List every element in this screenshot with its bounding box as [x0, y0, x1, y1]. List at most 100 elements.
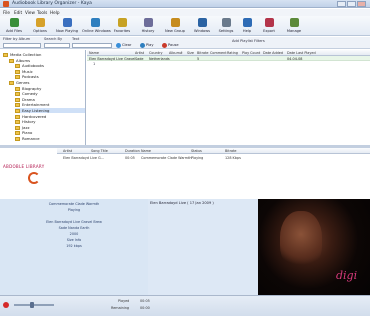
column-header[interactable]: Date Added [263, 51, 283, 55]
clear-icon [116, 43, 121, 48]
playlist-filter-hint: Add Playlist Filters [232, 39, 265, 43]
folder-icon [170, 18, 180, 27]
play-filter-button[interactable]: Play [140, 43, 154, 48]
folder-icon [15, 92, 20, 97]
toolbar-button-12[interactable]: Manage [282, 17, 306, 35]
column-header[interactable]: Artist [63, 149, 72, 153]
column-header[interactable]: Name [89, 51, 99, 55]
column-header[interactable]: Artist [135, 51, 144, 55]
filter-bar: Filter by Album Search By Text Clear Pla… [0, 37, 370, 49]
gear-icon [221, 18, 231, 27]
toolbar-button-3[interactable]: Now Playing [54, 17, 80, 35]
maximize-button[interactable] [347, 1, 356, 7]
tree-item[interactable]: Genres [9, 80, 85, 85]
tree-item[interactable]: Hardcovered [15, 114, 85, 119]
toolbar-button-1[interactable]: Add Files [2, 17, 26, 35]
toolbar-button-label: Settings [218, 29, 234, 33]
folder-icon [9, 58, 14, 63]
column-header[interactable]: Song Title [91, 149, 108, 153]
pause-filter-button[interactable]: Pause [162, 43, 179, 48]
folder-icon [15, 64, 20, 69]
toolbar-button-9[interactable]: Settings [216, 17, 236, 35]
tree-item[interactable]: Jazz [15, 125, 85, 130]
tree-item[interactable]: Media Collection [3, 52, 85, 57]
column-header[interactable]: Status [191, 149, 202, 153]
add-icon [9, 18, 19, 27]
tree-item[interactable]: Podcasts [15, 74, 85, 80]
column-header[interactable]: Size [187, 51, 194, 55]
toolbar-button-4[interactable]: Online Windows [82, 17, 111, 35]
close-button[interactable] [357, 1, 366, 7]
toolbar-button-label: History [141, 29, 155, 33]
folder-icon [15, 114, 20, 119]
column-header[interactable]: Album# [169, 51, 183, 55]
table-cell: Elen Barradoyd Live Gravel [89, 56, 136, 61]
table-cell: 00:05 [125, 156, 135, 160]
table-cell: 5 [197, 56, 200, 61]
tree-item[interactable]: Piano [15, 130, 85, 136]
toolbar-button-10[interactable]: Help [238, 17, 256, 35]
tree-item[interactable]: Easy Listening [15, 108, 85, 113]
tree-item-label: Entertainment [22, 102, 50, 108]
record-icon[interactable] [3, 302, 9, 308]
text-label: Text [72, 37, 80, 41]
tree-item-label: Comedy [22, 91, 38, 97]
window-icon [197, 18, 207, 27]
table-row[interactable]: Elen Barradoyd Live Gravel Sade Netherland… [87, 56, 370, 61]
toolbar-button-7[interactable]: New Group [162, 17, 188, 35]
tree-item[interactable]: Audiobooks [15, 63, 85, 69]
toolbar-button-5[interactable]: Favorites [110, 17, 134, 35]
column-header[interactable]: Country [149, 51, 162, 55]
folder-icon [15, 137, 20, 141]
search-text-input[interactable] [72, 43, 112, 48]
album-filter-select[interactable] [3, 43, 41, 48]
menu-tools[interactable]: Tools [37, 10, 47, 15]
main-toolbar: Add Files Options Now Playing Online Window… [0, 16, 370, 36]
column-header[interactable]: Duration [125, 149, 140, 153]
menu-edit[interactable]: Edit [14, 10, 22, 15]
menu-help[interactable]: Help [50, 10, 60, 15]
toolbar-button-8[interactable]: Windows [190, 17, 214, 35]
tree-item[interactable]: Entertainment [15, 102, 85, 108]
column-header[interactable]: Play Count [242, 51, 260, 55]
tree-item-label: Audiobooks [22, 63, 45, 69]
tree-item[interactable]: Drama [15, 97, 85, 102]
column-header[interactable]: Name [141, 149, 151, 153]
tree-item-label: Music [22, 68, 33, 74]
table-cell: Elen Barradoyd Live G... [63, 156, 104, 160]
toolbar-button-2[interactable]: Options [28, 17, 52, 35]
album-detail-panel: Elen Barradoyd Live ( 17 Jan 2009 ) [148, 199, 258, 295]
folder-icon [15, 109, 20, 113]
menu-file[interactable]: File [3, 10, 10, 15]
folder-icon [15, 97, 20, 102]
folder-icon [15, 103, 20, 108]
column-header[interactable]: Rating [227, 51, 238, 55]
toolbar-button-label: Windows [193, 29, 211, 33]
menu-view[interactable]: View [25, 10, 35, 15]
now-playing-list: Artist Song Title Duration Name Status Bitrat… [57, 148, 370, 198]
clear-filter-button[interactable]: Clear [116, 43, 131, 48]
tree-item[interactable]: Music [15, 69, 85, 74]
info-line: Size Info [66, 238, 82, 242]
minimize-button[interactable] [337, 1, 346, 7]
toolbar-button-label: Now Playing [55, 29, 79, 33]
info-line: Sade Nanda Earth [58, 226, 90, 230]
search-by-select[interactable] [44, 43, 70, 48]
tree-item[interactable]: Albums [9, 58, 85, 63]
table-cell: 04-04-08 [287, 56, 303, 61]
info-line: Playing [67, 208, 81, 212]
toolbar-button-6[interactable]: History [136, 17, 160, 35]
toolbar-button-11[interactable]: Export [258, 17, 280, 35]
tree-item[interactable]: Romance [15, 136, 85, 141]
column-header[interactable]: Bitrate [197, 51, 209, 55]
list-item[interactable]: Elen Barradoyd Live G... 00:05 Commemorate… [57, 155, 370, 160]
tree-item[interactable]: History [15, 119, 85, 125]
folder-icon [15, 69, 20, 74]
tree-item[interactable]: Comedy [15, 91, 85, 97]
tree-item[interactable]: Biography [15, 86, 85, 91]
volume-slider-knob[interactable] [30, 302, 34, 308]
column-header[interactable]: Date Last Played [287, 51, 316, 55]
column-header[interactable]: Bitrate [225, 149, 237, 153]
column-header[interactable]: Comment [210, 51, 227, 55]
volume-slider[interactable] [14, 304, 54, 306]
